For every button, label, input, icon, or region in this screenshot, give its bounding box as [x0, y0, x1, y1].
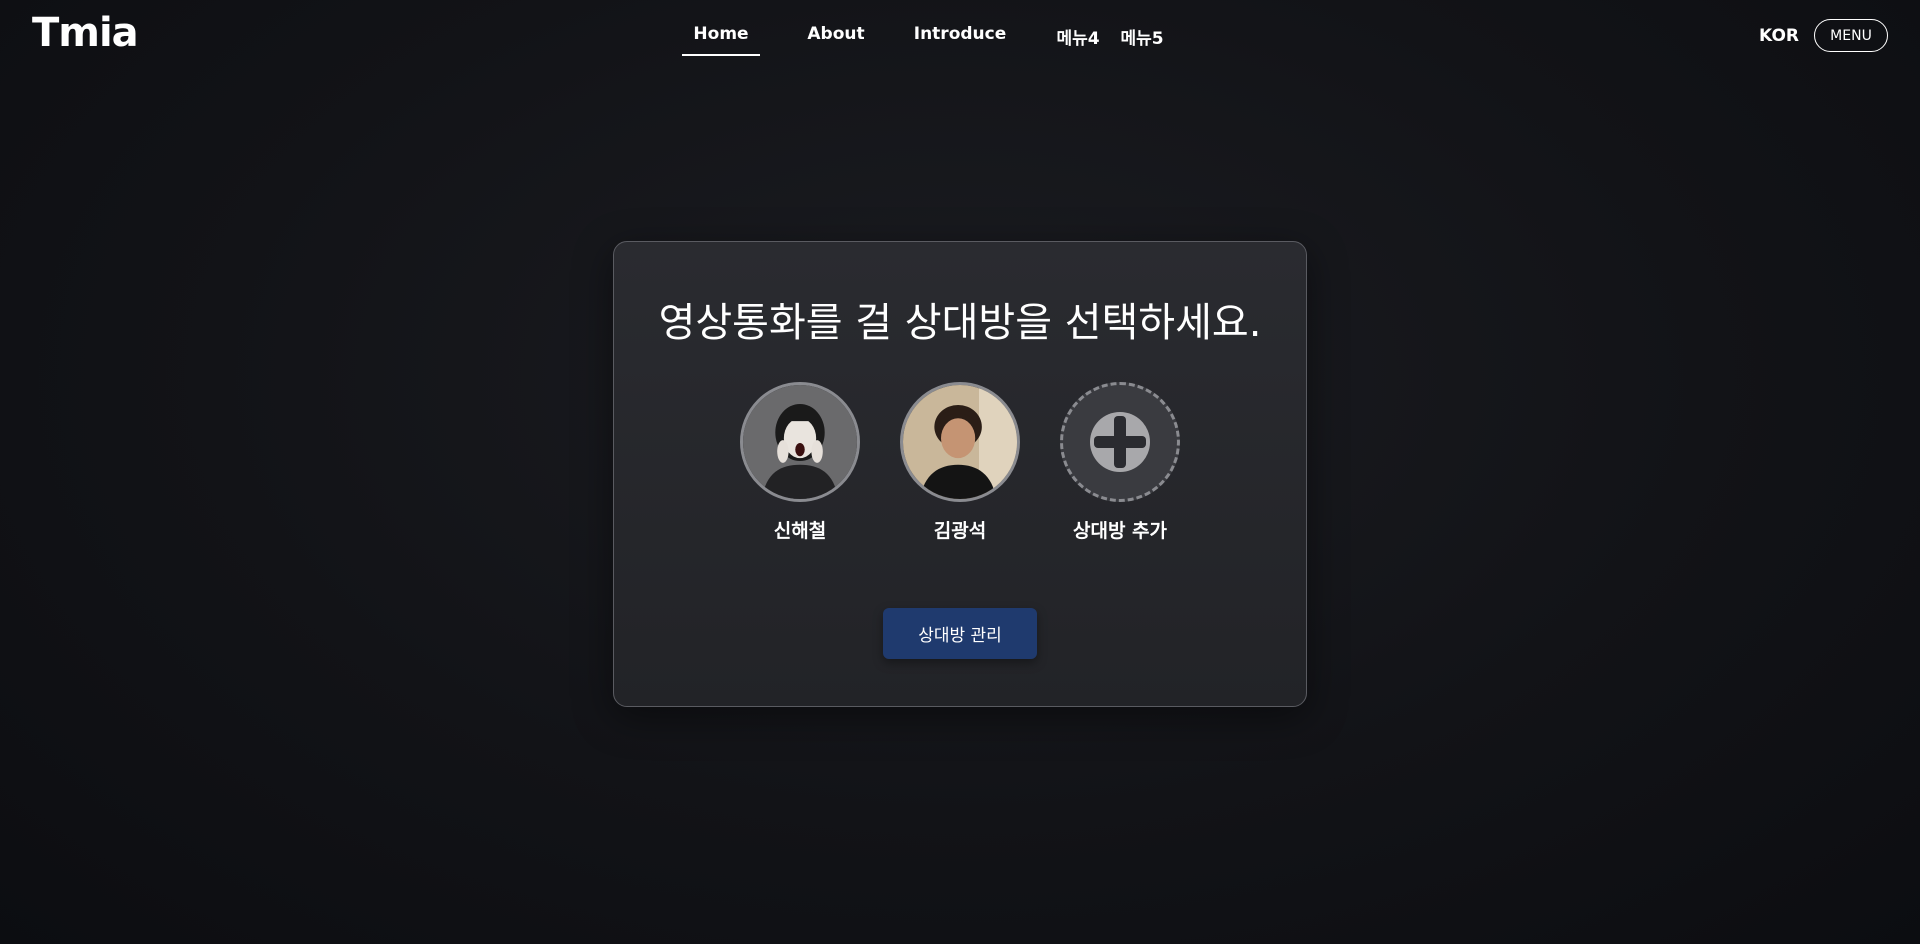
nav-menu4[interactable]: 메뉴4 [1054, 0, 1102, 56]
add-contact-label: 상대방 추가 [1072, 520, 1167, 542]
profile-photo-icon [903, 385, 1017, 499]
nav-introduce[interactable]: Introduce [912, 0, 1008, 56]
add-contact-button[interactable] [1060, 382, 1180, 502]
contact-select-card: 영상통화를 걸 상대방을 선택하세요. 신해철 김광석 상대방 추가 상대방 관… [613, 241, 1307, 707]
contact-item[interactable]: 신해철 [740, 382, 860, 543]
nav-home[interactable]: Home [682, 0, 760, 56]
contact-item[interactable]: 김광석 [900, 382, 1020, 543]
manage-contacts-button[interactable]: 상대방 관리 [883, 608, 1037, 659]
card-title: 영상통화를 걸 상대방을 선택하세요. [658, 300, 1262, 346]
contact-name: 김광석 [933, 520, 987, 542]
nav-menu5[interactable]: 메뉴5 [1118, 0, 1166, 56]
logo[interactable]: Tmia [32, 10, 139, 56]
top-header: Tmia Home About Introduce 메뉴4 메뉴5 KOR ME… [0, 0, 1920, 70]
language-selector[interactable]: KOR [1759, 26, 1799, 46]
nav-about[interactable]: About [806, 0, 866, 56]
contact-list: 신해철 김광석 상대방 추가 [614, 382, 1306, 543]
main-nav: Home About Introduce 메뉴4 메뉴5 [682, 0, 1166, 70]
plus-icon [1090, 412, 1150, 472]
profile-photo-icon [743, 385, 857, 499]
contact-name: 신해철 [773, 520, 827, 542]
menu-button[interactable]: MENU [1814, 19, 1888, 52]
avatar[interactable] [900, 382, 1020, 502]
add-contact-item[interactable]: 상대방 추가 [1060, 382, 1180, 543]
avatar[interactable] [740, 382, 860, 502]
